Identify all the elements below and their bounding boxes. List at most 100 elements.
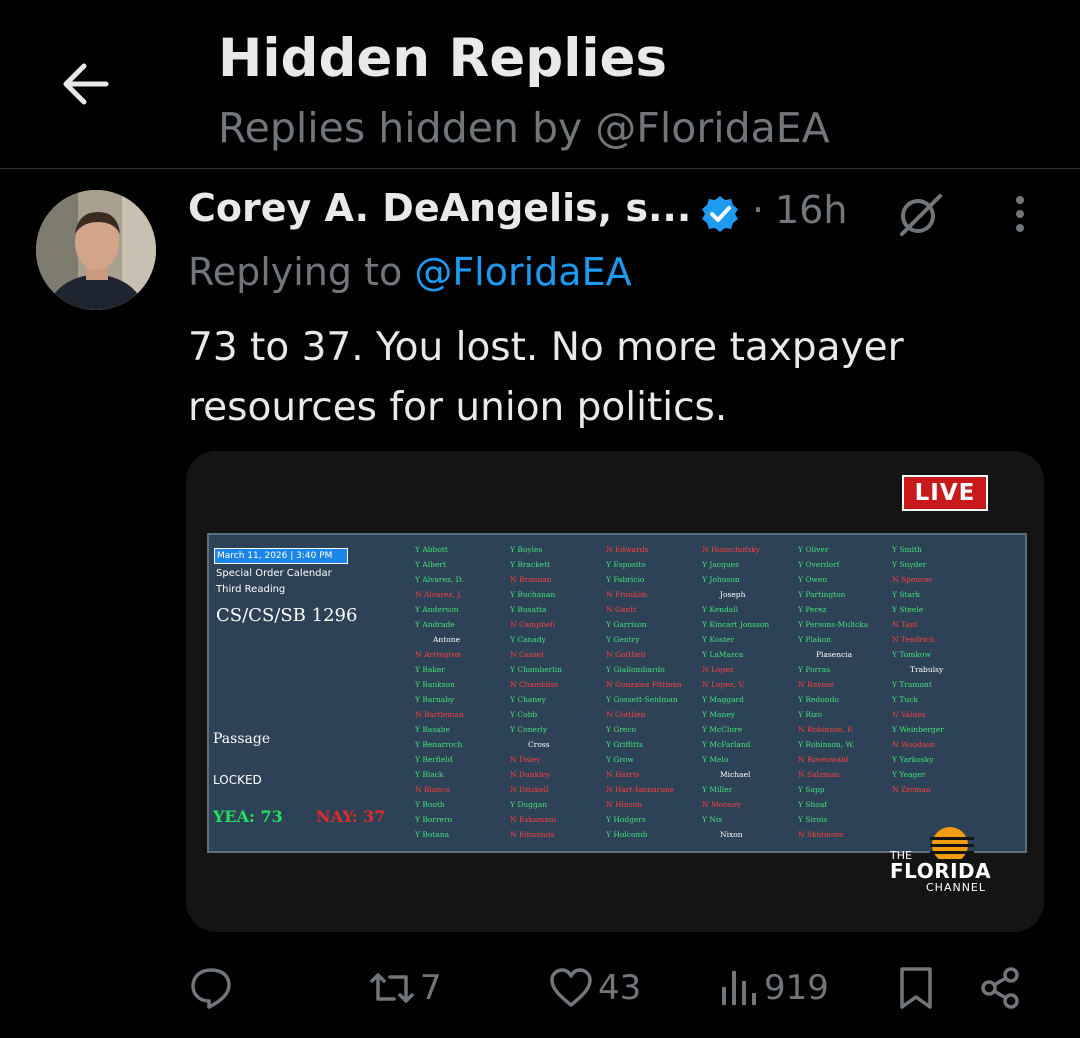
vote-board: March 11, 2026 | 3:40 PM Special Order C… xyxy=(207,533,1027,853)
florida-channel-logo: THE FLORIDA CHANNEL xyxy=(890,823,1010,897)
vote-entry: N Bartleman xyxy=(415,710,464,719)
vote-column: N Hunschofsky Y Jacques Y Johnson Joseph Y K… xyxy=(702,542,796,842)
vote-entry: Y Smith xyxy=(892,545,922,554)
back-arrow-icon[interactable] xyxy=(58,56,114,112)
vote-entry: Y Persons-Mulicka xyxy=(798,620,869,629)
vote-entry: Y Melo xyxy=(702,755,729,764)
vote-entry: N Gonzalez Pittman xyxy=(606,680,682,689)
vote-entry: Y Stark xyxy=(892,590,921,599)
vote-entry: N Rayner xyxy=(798,680,835,689)
vote-entry: Y Kendall xyxy=(702,605,739,614)
vote-entry: Y Miller xyxy=(702,785,733,794)
vote-entry: N Lopez, V. xyxy=(702,680,745,689)
vote-entry: Antone xyxy=(433,635,461,644)
vote-entry: Y Johnson xyxy=(702,575,740,584)
vote-entry: N Robinson, F. xyxy=(798,725,854,734)
vote-entry: Y Snyder xyxy=(892,560,927,569)
vote-entry: Y Bankson xyxy=(415,680,455,689)
vote-entry: N Chambliss xyxy=(510,680,559,689)
vote-entry: Y Perez xyxy=(798,605,827,614)
vote-entry: Y Oliver xyxy=(798,545,829,554)
retweet-button[interactable]: 7 xyxy=(368,960,442,1016)
vote-entry: N Arrington xyxy=(415,650,461,659)
vote-entry: N Lopez xyxy=(702,665,734,674)
vote-entry: Cross xyxy=(528,740,550,749)
views-button[interactable]: 919 xyxy=(716,960,829,1016)
share-icon xyxy=(981,967,1019,1009)
page-header: Hidden Replies Replies hidden by @Florid… xyxy=(0,0,1080,169)
vote-entry: Y Fabricio xyxy=(606,575,645,584)
timestamp[interactable]: 16h xyxy=(775,188,847,232)
vote-entry: Y Garrison xyxy=(606,620,647,629)
vote-entry: N Campbell xyxy=(510,620,556,629)
vote-entry: Y Basabe xyxy=(415,725,450,734)
author-name[interactable]: Corey A. DeAngelis, s... xyxy=(188,186,691,230)
board-yea-count: YEA: 73 xyxy=(213,807,283,826)
vote-entry: Y Maney xyxy=(702,710,735,719)
reply-button[interactable] xyxy=(188,960,238,1016)
tweet-media[interactable]: LIVE March 11, 2026 | 3:40 PM Special Or… xyxy=(186,451,1044,932)
vote-entry: N Hunschofsky xyxy=(702,545,760,554)
vote-entry: Y Sirois xyxy=(798,815,828,824)
vote-entry: Y Overdorf xyxy=(798,560,840,569)
tweet-text: 73 to 37. You lost. No more taxpayer res… xyxy=(188,325,904,430)
vote-entry: Y Steele xyxy=(892,605,924,614)
vote-column: Y Boyles Y Brackett N Brannan Y Buchanan Y B… xyxy=(510,542,604,842)
replying-handle-link[interactable]: @FloridaEA xyxy=(414,250,631,294)
vote-entry: N Gottlieb xyxy=(606,650,646,659)
replying-prefix: Replying to xyxy=(188,250,415,294)
vote-entry: N Daley xyxy=(510,755,541,764)
vote-entry: N Dunkley xyxy=(510,770,551,779)
vote-entry: Y Kincart Jonsson xyxy=(702,620,770,629)
like-button[interactable]: 43 xyxy=(548,960,641,1016)
vote-entry: Trabulsy xyxy=(910,665,944,674)
vote-entry: Y Gentry xyxy=(606,635,640,644)
bookmark-button[interactable] xyxy=(896,960,936,1016)
vote-entry: N Rosenwald xyxy=(798,755,849,764)
vote-entry: N Tendrich xyxy=(892,635,935,644)
vote-entry: Y Yeager xyxy=(892,770,926,779)
vote-entry: Joseph xyxy=(720,590,746,599)
vote-entry: N Woodson xyxy=(892,740,936,749)
board-bill-number: CS/CS/SB 1296 xyxy=(216,605,358,626)
page-title: Hidden Replies xyxy=(218,28,668,89)
reply-icon xyxy=(191,968,231,1009)
vote-entry: Y Sapp xyxy=(798,785,825,794)
vote-entry: N Alvarez, J. xyxy=(415,590,463,599)
page-subtitle: Replies hidden by @FloridaEA xyxy=(218,104,830,152)
grok-icon[interactable] xyxy=(896,190,946,240)
action-bar: 7 43 919 xyxy=(0,960,1080,1020)
vote-entry: Michael xyxy=(720,770,751,779)
avatar[interactable] xyxy=(36,190,156,310)
vote-entry: Y Shoaf xyxy=(798,800,828,809)
vote-entry: Y Berfield xyxy=(415,755,453,764)
vote-entry: N Franklin xyxy=(606,590,648,599)
board-calendar: Special Order Calendar xyxy=(216,568,332,579)
vote-entry: Y Benarroch xyxy=(415,740,463,749)
vote-entry: N Spencer xyxy=(892,575,933,584)
like-icon xyxy=(550,968,592,1007)
vote-column: Y Smith Y Snyder N Spencer Y Stark Y Steele N… xyxy=(892,542,986,797)
vote-entry: Y McFarland xyxy=(702,740,751,749)
retweet-count: 7 xyxy=(420,968,442,1008)
vote-entry: Nixon xyxy=(720,830,743,839)
vote-entry: N Hart-Iannarone xyxy=(606,785,675,794)
vote-entry: N Driskell xyxy=(510,785,549,794)
vote-entry: Y Greco xyxy=(606,725,637,734)
board-locked: LOCKED xyxy=(213,773,262,787)
share-button[interactable] xyxy=(978,960,1022,1016)
vote-entry: N Harris xyxy=(606,770,640,779)
vote-entry: N Tant xyxy=(892,620,918,629)
more-icon[interactable] xyxy=(1006,194,1034,238)
vote-entry: Y Baker xyxy=(415,665,445,674)
vote-entry: Y LaMarca xyxy=(702,650,744,659)
vote-entry: Y McClure xyxy=(702,725,743,734)
vote-entry: Y Tramont xyxy=(892,680,932,689)
vote-entry: N Gottlieb xyxy=(606,710,646,719)
vote-entry: Y Chaney xyxy=(510,695,546,704)
logo-sub: CHANNEL xyxy=(926,881,987,894)
replying-to: Replying to @FloridaEA xyxy=(188,250,632,294)
logo-main: FLORIDA xyxy=(890,859,992,883)
vote-entry: Y Weinberger xyxy=(892,725,944,734)
vote-entry: N Gantt xyxy=(606,605,637,614)
